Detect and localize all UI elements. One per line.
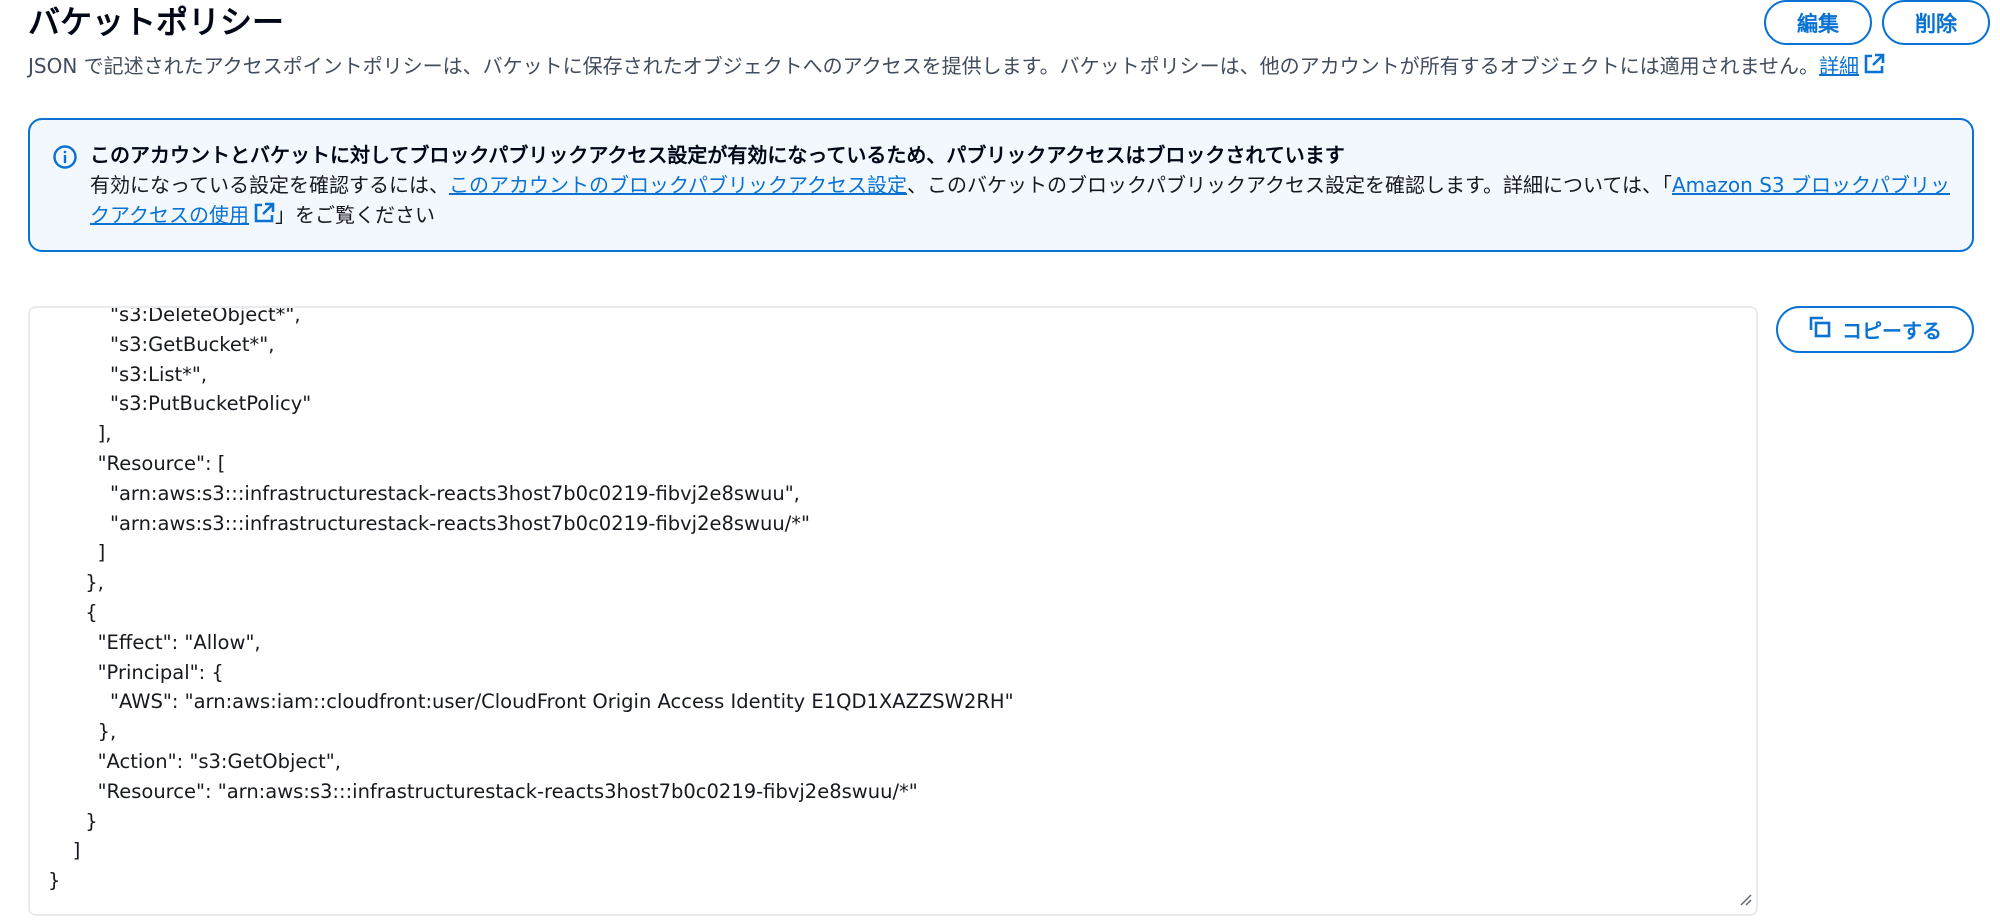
code-line: ]: [48, 839, 81, 863]
code-line: }: [48, 809, 98, 833]
info-alert-body: 有効になっている設定を確認するには、このアカウントのブロックパブリックアクセス設…: [90, 170, 1950, 232]
copy-button[interactable]: コピーする: [1776, 306, 1974, 353]
bucket-policy-page: バケットポリシー 編集 削除 JSON で記述されたアクセスポイントポリシーは、…: [0, 0, 2000, 922]
code-line: }: [48, 869, 61, 893]
policy-json-text: "s3:DeleteObject*", "s3:GetBucket*", "s3…: [48, 306, 1014, 896]
code-line: "arn:aws:s3:::infrastructurestack-reacts…: [48, 481, 800, 505]
code-line: ],: [48, 422, 112, 446]
code-line: "s3:DeleteObject*",: [48, 306, 301, 326]
external-link-icon: [253, 202, 275, 232]
code-line: ]: [48, 541, 106, 565]
code-line: "AWS": "arn:aws:iam::cloudfront:user/Clo…: [48, 690, 1014, 714]
code-line: },: [48, 571, 104, 595]
copy-icon: [1808, 315, 1832, 344]
header-actions: 編集 削除: [1764, 0, 1990, 45]
info-alert-body-prefix: 有効になっている設定を確認するには、: [90, 173, 449, 197]
code-line: {: [48, 600, 98, 624]
policy-description-text: JSON で記述されたアクセスポイントポリシーは、バケットに保存されたオブジェク…: [28, 54, 1820, 78]
code-line: "Resource": [: [48, 451, 226, 475]
code-line: "s3:GetBucket*",: [48, 332, 275, 356]
info-alert: このアカウントとバケットに対してブロックパブリックアクセス設定が有効になっている…: [28, 118, 1974, 252]
code-line: },: [48, 720, 117, 744]
code-line: "Resource": "arn:aws:s3:::infrastructure…: [48, 779, 918, 803]
external-link-icon: [1863, 53, 1885, 83]
delete-button[interactable]: 削除: [1882, 0, 1990, 45]
code-line: "arn:aws:s3:::infrastructurestack-reacts…: [48, 511, 810, 535]
account-block-public-access-link[interactable]: このアカウントのブロックパブリックアクセス設定: [449, 173, 907, 197]
copy-button-label: コピーする: [1842, 319, 1942, 343]
code-line: "s3:PutBucketPolicy": [48, 392, 312, 416]
resize-handle-icon[interactable]: [1738, 891, 1752, 910]
code-line: "Effect": "Allow",: [48, 630, 261, 654]
code-line: "Principal": {: [48, 660, 224, 684]
code-line: "s3:List*",: [48, 362, 208, 386]
policy-code-editor[interactable]: "s3:DeleteObject*", "s3:GetBucket*", "s3…: [28, 306, 1758, 916]
learn-more-link[interactable]: 詳細: [1819, 54, 1859, 78]
info-alert-body-middle: 、このバケットのブロックパブリックアクセス設定を確認します。詳細については、「: [907, 173, 1672, 197]
policy-description: JSON で記述されたアクセスポイントポリシーは、バケットに保存されたオブジェク…: [28, 51, 1885, 83]
learn-more-label: 詳細: [1819, 54, 1860, 78]
info-alert-body-suffix: 」をご覧ください: [275, 203, 435, 227]
info-alert-title: このアカウントとバケットに対してブロックパブリックアクセス設定が有効になっている…: [90, 143, 1345, 167]
code-line: "Action": "s3:GetObject",: [48, 749, 341, 773]
page-title: バケットポリシー: [28, 3, 285, 41]
edit-button[interactable]: 編集: [1764, 0, 1872, 45]
info-icon: [52, 144, 78, 174]
